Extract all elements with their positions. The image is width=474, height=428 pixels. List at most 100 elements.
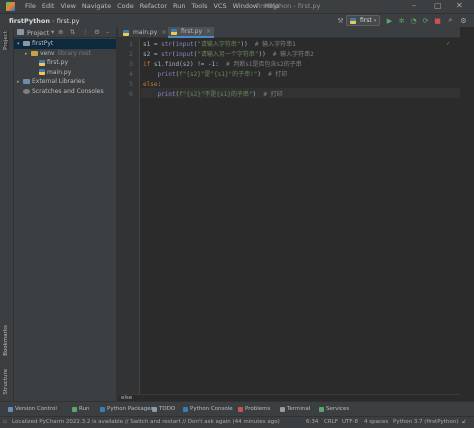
tab-label: first.py xyxy=(181,28,202,35)
python-file-icon xyxy=(39,69,45,75)
code-token: s1 = xyxy=(143,41,162,48)
menu-item-view[interactable]: View xyxy=(60,2,75,10)
toolwindow-icon xyxy=(280,406,285,412)
python-icon xyxy=(350,17,356,24)
tool-tab-project[interactable]: Project xyxy=(3,31,9,50)
toolwindow-label: Services xyxy=(326,406,350,412)
debug-icon[interactable]: ✲ xyxy=(397,16,406,25)
status-message[interactable]: Localized PyCharm 2022.3.2 is available … xyxy=(12,419,280,425)
code-token: f"{s2}"不是{s1}的子串" xyxy=(179,91,253,98)
close-tab-icon[interactable]: × xyxy=(161,29,166,36)
tree-item[interactable]: ▸ External Libraries xyxy=(14,77,116,87)
chevron-down-icon[interactable]: ▾ xyxy=(51,28,54,36)
menu-item-edit[interactable]: Edit xyxy=(42,2,55,10)
tool-tab-bookmarks[interactable]: Bookmarks xyxy=(3,325,9,356)
gear-icon[interactable]: ⚙ xyxy=(94,28,100,36)
editor-tab-first-py[interactable]: first.py × xyxy=(168,27,215,38)
code-line[interactable]: if s1.find(s2) != -1: # 判断s1是否包含s2的子串 xyxy=(143,60,302,70)
menu-item-window[interactable]: Window xyxy=(233,2,259,10)
locate-icon[interactable]: ⊕ xyxy=(58,28,63,36)
toolwindow-todo[interactable]: TODO xyxy=(152,406,175,412)
menu-item-file[interactable]: File xyxy=(25,2,36,10)
python-file-icon xyxy=(123,29,129,36)
menu-item-tools[interactable]: Tools xyxy=(191,2,207,10)
code-editor[interactable]: ✓ s1 = str(input("请输入字符串")) # 输入字符串1 s2 =… xyxy=(141,38,460,394)
toolwindow-terminal[interactable]: Terminal xyxy=(280,406,310,412)
tool-tab-structure[interactable]: Structure xyxy=(3,369,9,395)
toolwindow-python-packages[interactable]: Python Packages xyxy=(100,406,153,412)
toolwindow-label: Version Control xyxy=(15,406,57,412)
run-config-label: first xyxy=(360,17,372,24)
toolwindow-label: Python Console xyxy=(190,406,233,412)
venv-folder-icon xyxy=(31,50,38,56)
status-position[interactable]: 6:34 xyxy=(306,419,318,425)
settings-icon[interactable]: ⚙ xyxy=(459,16,468,25)
project-panel: Project ▾ ⊕ ⇅ ⋮ ⚙ – ▾ firstPyt ▸ venv librar… xyxy=(14,27,116,401)
toolwindow-icon xyxy=(8,406,13,412)
menu-item-code[interactable]: Code xyxy=(117,2,134,10)
code-token: # 打印 xyxy=(268,71,288,78)
tree-item[interactable]: Scratches and Consoles xyxy=(14,87,116,97)
hammer-icon[interactable]: ⚒ xyxy=(336,16,345,25)
code-line[interactable]: print(f"{s2}"不是{s1}的子串") # 打印 xyxy=(143,90,282,100)
code-token: s1.find(s2) != -1: xyxy=(153,61,227,68)
toolwindow-version-control[interactable]: Version Control xyxy=(8,406,57,412)
code-token: ) xyxy=(252,91,264,98)
close-tab-icon[interactable]: × xyxy=(206,28,211,35)
tool-window-bar: Version Control Run Python Packages TODO Pyt… xyxy=(0,401,474,416)
collapse-all-icon[interactable]: ⇅ xyxy=(70,28,75,36)
tree-item[interactable]: main.py xyxy=(14,68,116,78)
toolwindow-services[interactable]: Services xyxy=(319,406,349,412)
code-token: "请输入字符串" xyxy=(197,41,241,48)
line-number: 5 xyxy=(129,81,133,88)
folder-icon xyxy=(23,41,30,46)
coverage-icon[interactable]: ◔ xyxy=(409,16,418,25)
code-line[interactable]: s2 = str(input("请输入另一个字符串")) # 输入字符串2 xyxy=(143,50,314,60)
menu-item-refactor[interactable]: Refactor xyxy=(140,2,167,10)
lock-icon[interactable]: 🔓︎ xyxy=(462,419,466,426)
code-line[interactable]: else: xyxy=(143,80,161,90)
chevron-down-icon: ▾ xyxy=(373,17,377,24)
toolwindow-run[interactable]: Run xyxy=(72,406,90,412)
stop-icon[interactable]: ■ xyxy=(433,16,442,25)
status-notification-icon[interactable]: ▫ xyxy=(3,419,7,425)
code-token: )) xyxy=(258,51,273,58)
breadcrumb-project[interactable]: firstPython xyxy=(9,17,50,25)
status-encoding[interactable]: UTF-8 xyxy=(342,419,358,425)
line-number-gutter: 1 2 3 4 5 6 xyxy=(118,38,140,394)
editor-tab-main-py[interactable]: main.py × xyxy=(120,27,169,38)
tree-item[interactable]: ▸ venv library root xyxy=(14,49,116,59)
breadcrumb: firstPython › first.py xyxy=(9,17,80,25)
status-indent[interactable]: 4 spaces xyxy=(364,419,388,425)
main-menu: File Edit View Navigate Code Refactor Run Tools… xyxy=(25,2,279,10)
profile-icon[interactable]: ⟳ xyxy=(421,16,430,25)
library-icon xyxy=(23,79,30,84)
maximize-icon[interactable]: ▢ xyxy=(434,1,442,10)
tree-item[interactable]: first.py xyxy=(14,58,116,68)
editor-tabs: main.py × first.py × xyxy=(118,27,460,38)
minimize-icon[interactable]: – xyxy=(412,1,416,10)
tree-item[interactable]: ▾ firstPyt xyxy=(14,39,116,49)
search-icon[interactable]: ⌕ xyxy=(446,16,455,25)
status-interpreter[interactable]: Python 3.7 (firstPython) xyxy=(393,419,458,425)
code-line[interactable]: s1 = str(input("请输入字符串")) # 输入字符串1 xyxy=(143,40,296,50)
breadcrumb-file[interactable]: first.py xyxy=(57,17,80,25)
hide-icon[interactable]: – xyxy=(106,28,109,36)
project-panel-title[interactable]: Project xyxy=(27,29,49,37)
status-line-separator[interactable]: CRLF xyxy=(324,419,338,425)
editor-breadcrumb: else xyxy=(118,394,460,401)
options-icon[interactable]: ⋮ xyxy=(82,28,89,36)
toolwindow-python-console[interactable]: Python Console xyxy=(183,406,233,412)
code-line[interactable]: print(f"{s2}"是"{s1}"的子串!") # 打印 xyxy=(143,70,287,80)
menu-item-navigate[interactable]: Navigate xyxy=(82,2,111,10)
line-number: 4 xyxy=(129,71,133,78)
run-config-select[interactable]: first ▾ xyxy=(346,15,380,26)
run-icon[interactable]: ▶ xyxy=(385,16,394,25)
code-token: f"{s2}"是"{s1}"的子串!" xyxy=(179,71,258,78)
toolwindow-problems[interactable]: Problems xyxy=(238,406,270,412)
menu-item-run[interactable]: Run xyxy=(173,2,185,10)
menu-item-vcs[interactable]: VCS xyxy=(213,2,226,10)
close-icon[interactable]: ✕ xyxy=(456,1,463,10)
inspection-ok-icon[interactable]: ✓ xyxy=(446,40,450,47)
